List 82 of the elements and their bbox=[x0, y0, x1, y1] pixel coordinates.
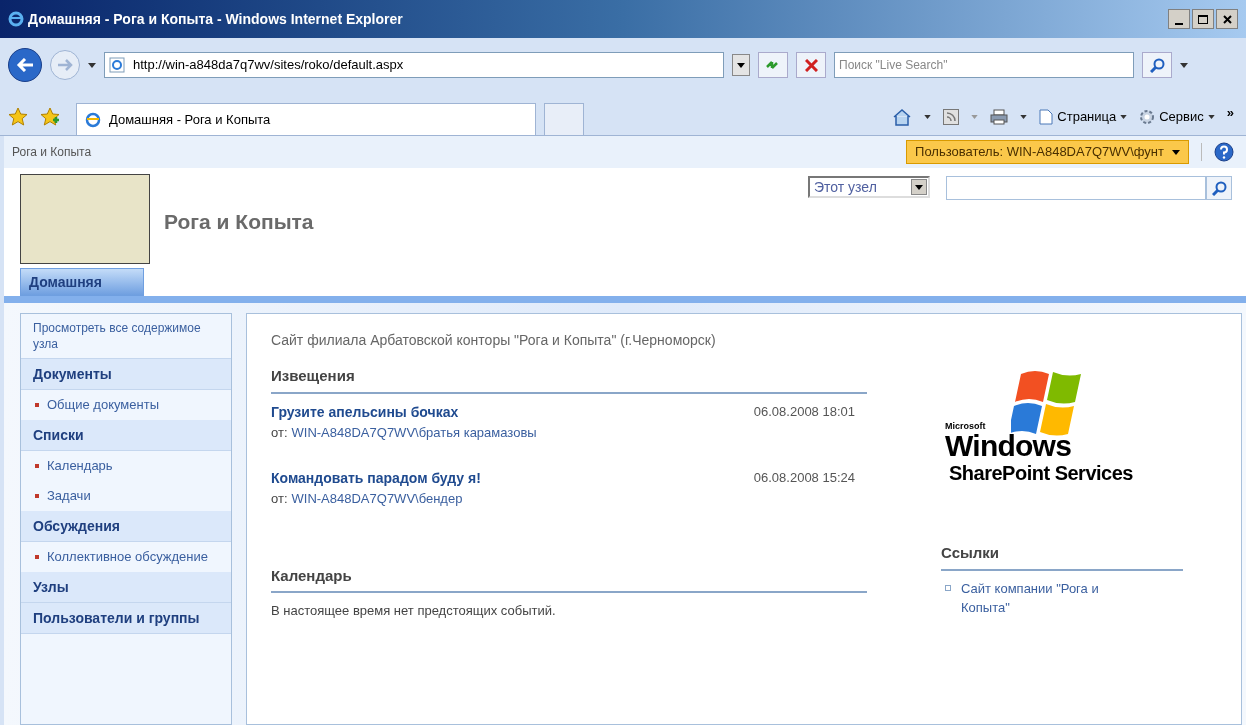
logo-text: Windows bbox=[945, 431, 1073, 461]
dropdown-caret-icon[interactable] bbox=[1180, 62, 1188, 68]
author-link[interactable]: WIN-A848DA7Q7WV\бендер bbox=[291, 489, 463, 509]
search-icon bbox=[1149, 57, 1165, 73]
logo-text: Microsoft bbox=[945, 422, 987, 431]
search-icon bbox=[1211, 180, 1227, 196]
forward-arrow-icon bbox=[57, 59, 73, 71]
add-star-icon[interactable] bbox=[40, 107, 60, 127]
site-title[interactable]: Рога и Копыта bbox=[164, 206, 314, 296]
search-button[interactable] bbox=[1142, 52, 1172, 78]
maximize-button[interactable] bbox=[1192, 9, 1214, 29]
quick-launch-heading[interactable]: Пользователи и группы bbox=[21, 603, 231, 634]
stop-button[interactable] bbox=[796, 52, 826, 78]
quick-launch-item[interactable]: Задачи bbox=[47, 487, 91, 505]
help-icon[interactable] bbox=[1214, 142, 1234, 162]
announcement-date: 06.08.2008 18:01 bbox=[753, 402, 855, 421]
page-icon bbox=[1039, 109, 1054, 125]
user-menu-button[interactable]: Пользователь: WIN-A848DA7Q7WV\фунт bbox=[906, 140, 1189, 164]
dropdown-caret-icon[interactable] bbox=[88, 62, 96, 68]
browser-tab[interactable]: Домашняя - Рога и Копыта bbox=[76, 103, 536, 135]
announcement-link[interactable]: Командовать парадом буду я! bbox=[271, 468, 481, 489]
site-search-button[interactable] bbox=[1206, 176, 1232, 200]
quick-launch-heading[interactable]: Списки bbox=[21, 420, 231, 451]
printer-icon[interactable] bbox=[990, 109, 1009, 125]
author-label: от: bbox=[271, 423, 288, 442]
search-scope-dropdown[interactable]: Этот узел bbox=[808, 176, 930, 198]
browser-logo-icon bbox=[8, 11, 24, 27]
close-icon bbox=[1222, 14, 1232, 24]
page-menu[interactable]: Страница bbox=[1039, 107, 1128, 127]
caret-icon bbox=[915, 184, 923, 190]
quick-launch-heading[interactable]: Узлы bbox=[21, 572, 231, 603]
caret-icon[interactable] bbox=[1020, 115, 1028, 119]
breadcrumb-link[interactable]: Рога и Копыта bbox=[12, 143, 92, 161]
search-field[interactable]: Поиск "Live Search" bbox=[834, 52, 1134, 78]
refresh-button[interactable] bbox=[758, 52, 788, 78]
announcement-date: 06.08.2008 15:24 bbox=[753, 469, 855, 487]
dropdown-button[interactable] bbox=[911, 179, 927, 195]
web-part-title: Календарь bbox=[271, 564, 867, 593]
web-part-title: Извещения bbox=[271, 365, 867, 394]
empty-message: В настоящее время нет предстоящих событий. bbox=[271, 602, 557, 620]
back-button[interactable] bbox=[8, 48, 42, 82]
stop-icon bbox=[804, 58, 818, 72]
tools-menu[interactable]: Сервис bbox=[1139, 107, 1215, 127]
back-arrow-icon bbox=[16, 58, 34, 72]
star-icon[interactable] bbox=[8, 107, 28, 127]
minimize-icon bbox=[1175, 23, 1183, 25]
bullet-icon bbox=[35, 403, 39, 407]
top-nav-tab[interactable]: Домашняя bbox=[20, 268, 144, 296]
more-button[interactable]: » bbox=[1226, 99, 1238, 123]
quick-launch-heading[interactable]: Обсуждения bbox=[21, 511, 231, 542]
caret-icon bbox=[737, 62, 745, 68]
bullet-icon bbox=[35, 555, 39, 559]
quick-launch-item[interactable]: Общие документы bbox=[47, 396, 159, 414]
address-field[interactable]: http://win-a848da7q7wv/sites/roko/default.aspx bbox=[104, 52, 724, 78]
minimize-button[interactable] bbox=[1168, 9, 1190, 29]
bullet-icon bbox=[945, 584, 951, 591]
web-part-title: Ссылки bbox=[941, 542, 1183, 571]
bullet-icon bbox=[35, 464, 39, 468]
caret-icon[interactable] bbox=[924, 115, 932, 119]
maximize-icon bbox=[1198, 14, 1208, 24]
logo-text: SharePoint Services bbox=[949, 461, 1134, 486]
caret-icon bbox=[1207, 115, 1215, 119]
quick-launch-heading[interactable]: Документы bbox=[21, 359, 231, 390]
window-title: Домашняя - Рога и Копыта - Windows Internet Explorer bbox=[28, 9, 403, 29]
bullet-icon bbox=[35, 494, 39, 498]
home-icon[interactable] bbox=[892, 108, 913, 126]
gear-icon bbox=[1139, 109, 1156, 125]
caret-icon bbox=[1120, 115, 1128, 119]
caret-icon bbox=[1172, 149, 1180, 155]
link-item[interactable]: Сайт компании "Рога и Копыта" bbox=[961, 578, 1131, 618]
page-icon bbox=[85, 111, 101, 128]
close-button[interactable] bbox=[1216, 9, 1238, 29]
quick-launch-item[interactable]: Календарь bbox=[47, 457, 113, 475]
quick-launch-item[interactable]: Коллективное обсуждение bbox=[47, 548, 208, 566]
author-label: от: bbox=[271, 490, 288, 508]
author-link[interactable]: WIN-A848DA7Q7WV\братья карамазовы bbox=[291, 422, 537, 442]
page-icon bbox=[109, 57, 125, 73]
feed-icon[interactable] bbox=[943, 109, 960, 125]
address-dropdown-button[interactable] bbox=[732, 54, 750, 76]
site-description: Сайт филиала Арбатовской конторы "Рога и Копыта" (г.Черноморск) bbox=[271, 331, 717, 350]
site-search-field[interactable] bbox=[946, 176, 1206, 200]
announcement-link[interactable]: Грузите апельсины бочках bbox=[271, 401, 459, 423]
